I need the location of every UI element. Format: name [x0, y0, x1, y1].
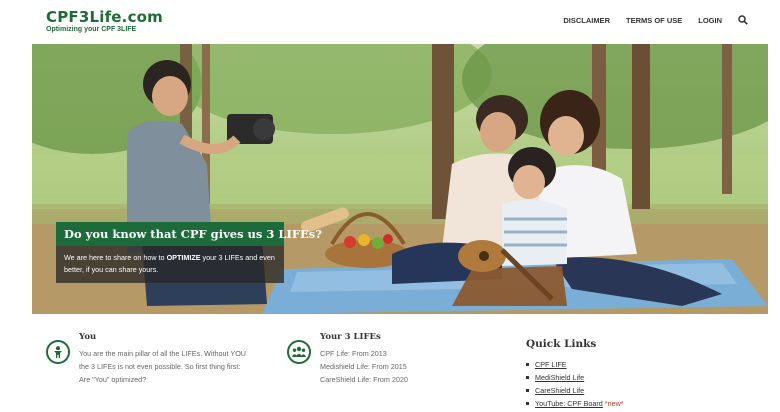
- you-line-2: the 3 LIFEs is not even possible. So fir…: [79, 362, 241, 371]
- lifes-line-2: Medishield Life: From 2015: [320, 362, 407, 371]
- nav-disclaimer[interactable]: DISCLAIMER: [563, 16, 610, 25]
- you-text: You You are the main pillar of all the L…: [79, 332, 246, 386]
- you-line-3: Are "You" optimized?: [79, 375, 147, 384]
- hero-body-pre: We are here to share on how to: [64, 253, 167, 262]
- link-medishield-life[interactable]: MediShield Life: [535, 373, 584, 382]
- lifes-line-3: CareShield Life: From 2020: [320, 375, 408, 384]
- quick-link-item: MediShield Life: [526, 371, 624, 384]
- quick-link-item: YouTube: CPF Board *new*: [526, 397, 624, 410]
- group-icon: [287, 340, 311, 364]
- logo-tagline: Optimizing your CPF 3LIFE: [46, 26, 137, 33]
- new-badge: *new*: [604, 399, 624, 408]
- link-youtube-cpf-board[interactable]: YouTube: CPF Board: [535, 399, 603, 408]
- person-icon: [46, 340, 70, 364]
- you-title: You: [79, 332, 97, 342]
- hero-title: Do you know that CPF gives us 3 LIFEs?: [56, 222, 322, 246]
- quick-link-item: CareShield Life: [526, 384, 624, 397]
- quick-links: Quick Links CPF LIFE MediShield Life Car…: [526, 338, 624, 410]
- link-cpf-life[interactable]: CPF LIFE: [535, 360, 567, 369]
- nav-login[interactable]: LOGIN: [698, 16, 722, 25]
- site-logo[interactable]: CPF3Life.com Optimizing your CPF 3LIFE: [46, 9, 163, 34]
- lifes-text: Your 3 LIFEs CPF Life: From 2013 Medishi…: [320, 332, 408, 386]
- hero-body-strong: OPTIMIZE: [166, 253, 201, 262]
- nav-terms-of-use[interactable]: TERMS OF USE: [626, 16, 682, 25]
- main-nav: DISCLAIMER TERMS OF USE LOGIN: [563, 15, 748, 25]
- site-header: CPF3Life.com Optimizing your CPF 3LIFE D…: [0, 0, 780, 44]
- hero-caption: Do you know that CPF gives us 3 LIFEs? W…: [56, 222, 322, 283]
- lifes-title: Your 3 LIFEs: [320, 332, 381, 342]
- info-section: You You are the main pillar of all the L…: [0, 318, 780, 412]
- hero-banner: Do you know that CPF gives us 3 LIFEs? W…: [32, 44, 768, 314]
- search-icon[interactable]: [738, 15, 748, 25]
- you-line-1: You are the main pillar of all the LIFEs…: [79, 349, 246, 358]
- logo-title: CPF3Life.com: [46, 8, 164, 26]
- lifes-line-1: CPF Life: From 2013: [320, 349, 387, 358]
- quick-link-item: CPF LIFE: [526, 358, 624, 371]
- quick-links-title: Quick Links: [526, 338, 597, 350]
- hero-body: We are here to share on how to OPTIMIZE …: [56, 246, 284, 283]
- link-careshield-life[interactable]: CareShield Life: [535, 386, 584, 395]
- quick-links-list: CPF LIFE MediShield Life CareShield Life…: [526, 358, 624, 410]
